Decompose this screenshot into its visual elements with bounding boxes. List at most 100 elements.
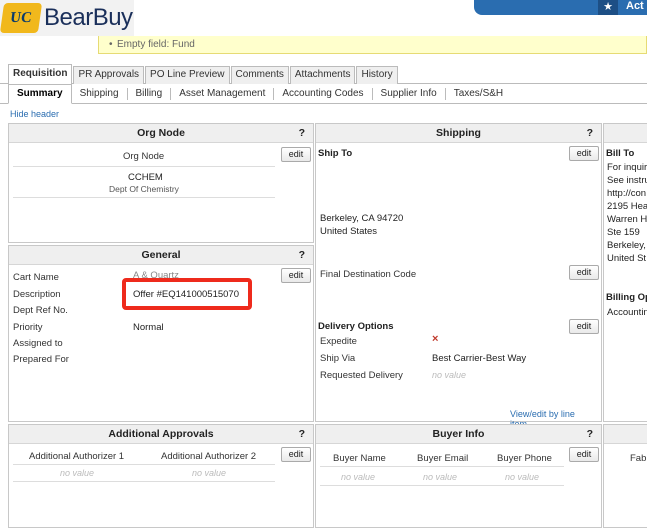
ship-to-label: Ship To — [318, 148, 353, 159]
divider — [320, 466, 564, 467]
bullet-icon: • — [109, 39, 113, 50]
org-node-header: Org Node ? — [9, 124, 313, 143]
delivery-options-edit-button[interactable]: edit — [569, 319, 599, 334]
authorizer-2-label: Additional Authorizer 2 — [161, 451, 257, 462]
buyer-name-value: no value — [341, 472, 376, 482]
tab-pr-approvals[interactable]: PR Approvals — [73, 66, 145, 84]
help-icon[interactable]: ? — [587, 425, 593, 444]
description-label: Description — [13, 289, 61, 300]
tab-requisition[interactable]: Requisition — [8, 64, 73, 84]
uc-badge: UC — [0, 3, 43, 33]
subtab-accounting-codes[interactable]: Accounting Codes — [274, 88, 373, 100]
bill-to-header — [604, 124, 647, 143]
divider — [13, 197, 275, 198]
bill-to-panel: Bill To For inquir See instru http://con… — [603, 123, 647, 422]
additional-approvals-header: Additional Approvals ? — [9, 425, 313, 444]
right-bottom-panel: Fabr — [603, 424, 647, 528]
subtab-shipping[interactable]: Shipping — [72, 88, 128, 100]
tab-comments[interactable]: Comments — [230, 66, 289, 84]
app-logo[interactable]: UC BearBuy — [0, 0, 134, 36]
expedite-label: Expedite — [320, 336, 357, 347]
priority-value: Normal — [133, 322, 164, 333]
warning-banner: • Empty field: Fund — [98, 36, 647, 54]
buyer-info-panel: Buyer Info ? edit Buyer Name Buyer Email… — [315, 424, 602, 528]
ship-to-country: United States — [320, 226, 378, 237]
shipping-header: Shipping ? — [316, 124, 601, 143]
additional-approvals-edit-button[interactable]: edit — [281, 447, 311, 462]
subtab-asset-management[interactable]: Asset Management — [171, 88, 275, 100]
divider — [320, 485, 564, 486]
actions-menu[interactable]: Act — [626, 0, 644, 13]
final-destination-label: Final Destination Code — [320, 269, 417, 280]
subtab-billing[interactable]: Billing — [128, 88, 172, 100]
general-header: General ? — [9, 246, 313, 265]
divider — [13, 166, 275, 167]
authorizer-1-label: Additional Authorizer 1 — [29, 451, 125, 462]
requested-delivery-label: Requested Delivery — [320, 370, 403, 381]
help-icon[interactable]: ? — [299, 425, 305, 444]
description-highlight — [122, 278, 252, 310]
authorizer-1-value: no value — [60, 468, 95, 478]
tab-history[interactable]: History — [356, 66, 398, 84]
tab-attachments[interactable]: Attachments — [289, 66, 356, 84]
bill-to-line: Berkeley, — [607, 240, 646, 251]
org-node-column-label: Org Node — [123, 151, 165, 162]
assigned-to-label: Assigned to — [13, 338, 63, 349]
shipping-panel: Shipping ? Ship To edit Berkeley, CA 947… — [315, 123, 602, 429]
buyer-phone-label: Buyer Phone — [497, 453, 552, 464]
bill-to-line: Ste 159 — [607, 227, 640, 238]
buyer-phone-value: no value — [505, 472, 540, 482]
prepared-for-label: Prepared For — [13, 354, 69, 365]
bill-to-line: 2195 Hea — [607, 201, 647, 212]
buyer-info-header: Buyer Info ? — [316, 425, 601, 444]
authorizer-2-value: no value — [192, 468, 227, 478]
general-panel: General ? edit Cart Name A & Quartz Desc… — [8, 245, 314, 422]
subtab-taxes[interactable]: Taxes/S&H — [446, 88, 511, 100]
bill-to-line: United St — [607, 253, 647, 264]
additional-approvals-panel: Additional Approvals ? edit Additional A… — [8, 424, 314, 528]
ship-to-city: Berkeley, CA 94720 — [320, 213, 404, 224]
ship-via-label: Ship Via — [320, 353, 356, 364]
main-tabs: Requisition PR Approvals PO Line Preview… — [8, 64, 399, 84]
general-edit-button[interactable]: edit — [281, 268, 311, 283]
bill-to-label: Bill To — [606, 148, 635, 159]
org-node-panel: Org Node ? edit Org Node CCHEM Dept Of C… — [8, 123, 314, 243]
help-icon[interactable]: ? — [299, 246, 305, 265]
delivery-options-label: Delivery Options — [318, 321, 394, 332]
accounting-label: Accountin — [607, 307, 647, 318]
org-node-code: CCHEM — [128, 172, 163, 183]
help-icon[interactable]: ? — [299, 124, 305, 143]
right-bottom-header — [604, 425, 647, 444]
right-bottom-label: Fabr — [630, 453, 647, 464]
buyer-email-value: no value — [423, 472, 458, 482]
dept-ref-label: Dept Ref No. — [13, 305, 68, 316]
star-icon[interactable]: ★ — [598, 0, 618, 15]
subtab-summary[interactable]: Summary — [8, 84, 72, 104]
bill-to-line: http://con — [607, 188, 647, 199]
bill-to-line: See instru — [607, 175, 647, 186]
org-node-edit-button[interactable]: edit — [281, 147, 311, 162]
cart-name-label: Cart Name — [13, 272, 59, 283]
hide-header-link[interactable]: Hide header — [10, 109, 59, 119]
ship-to-edit-button[interactable]: edit — [569, 146, 599, 161]
priority-label: Priority — [13, 322, 43, 333]
org-node-name: Dept Of Chemistry — [109, 184, 179, 194]
warning-message: Empty field: Fund — [117, 39, 195, 50]
bill-to-line: For inquir — [607, 162, 647, 173]
buyer-info-edit-button[interactable]: edit — [569, 447, 599, 462]
help-icon[interactable]: ? — [587, 124, 593, 143]
final-destination-edit-button[interactable]: edit — [569, 265, 599, 280]
ship-via-value: Best Carrier-Best Way — [432, 353, 527, 364]
subtab-supplier-info[interactable]: Supplier Info — [373, 88, 446, 100]
bill-to-line: Warren H — [607, 214, 647, 225]
tab-po-line-preview[interactable]: PO Line Preview — [145, 66, 230, 84]
top-right-bar: ★ Act — [474, 0, 647, 15]
brand-name: BearBuy — [44, 4, 133, 31]
billing-options-label: Billing Op — [606, 292, 647, 303]
requested-delivery-value: no value — [432, 370, 467, 380]
divider — [13, 481, 275, 482]
x-icon: × — [432, 333, 439, 345]
buyer-email-label: Buyer Email — [417, 453, 469, 464]
buyer-name-label: Buyer Name — [333, 453, 386, 464]
sub-tabs: Summary Shipping Billing Asset Managemen… — [8, 84, 511, 104]
